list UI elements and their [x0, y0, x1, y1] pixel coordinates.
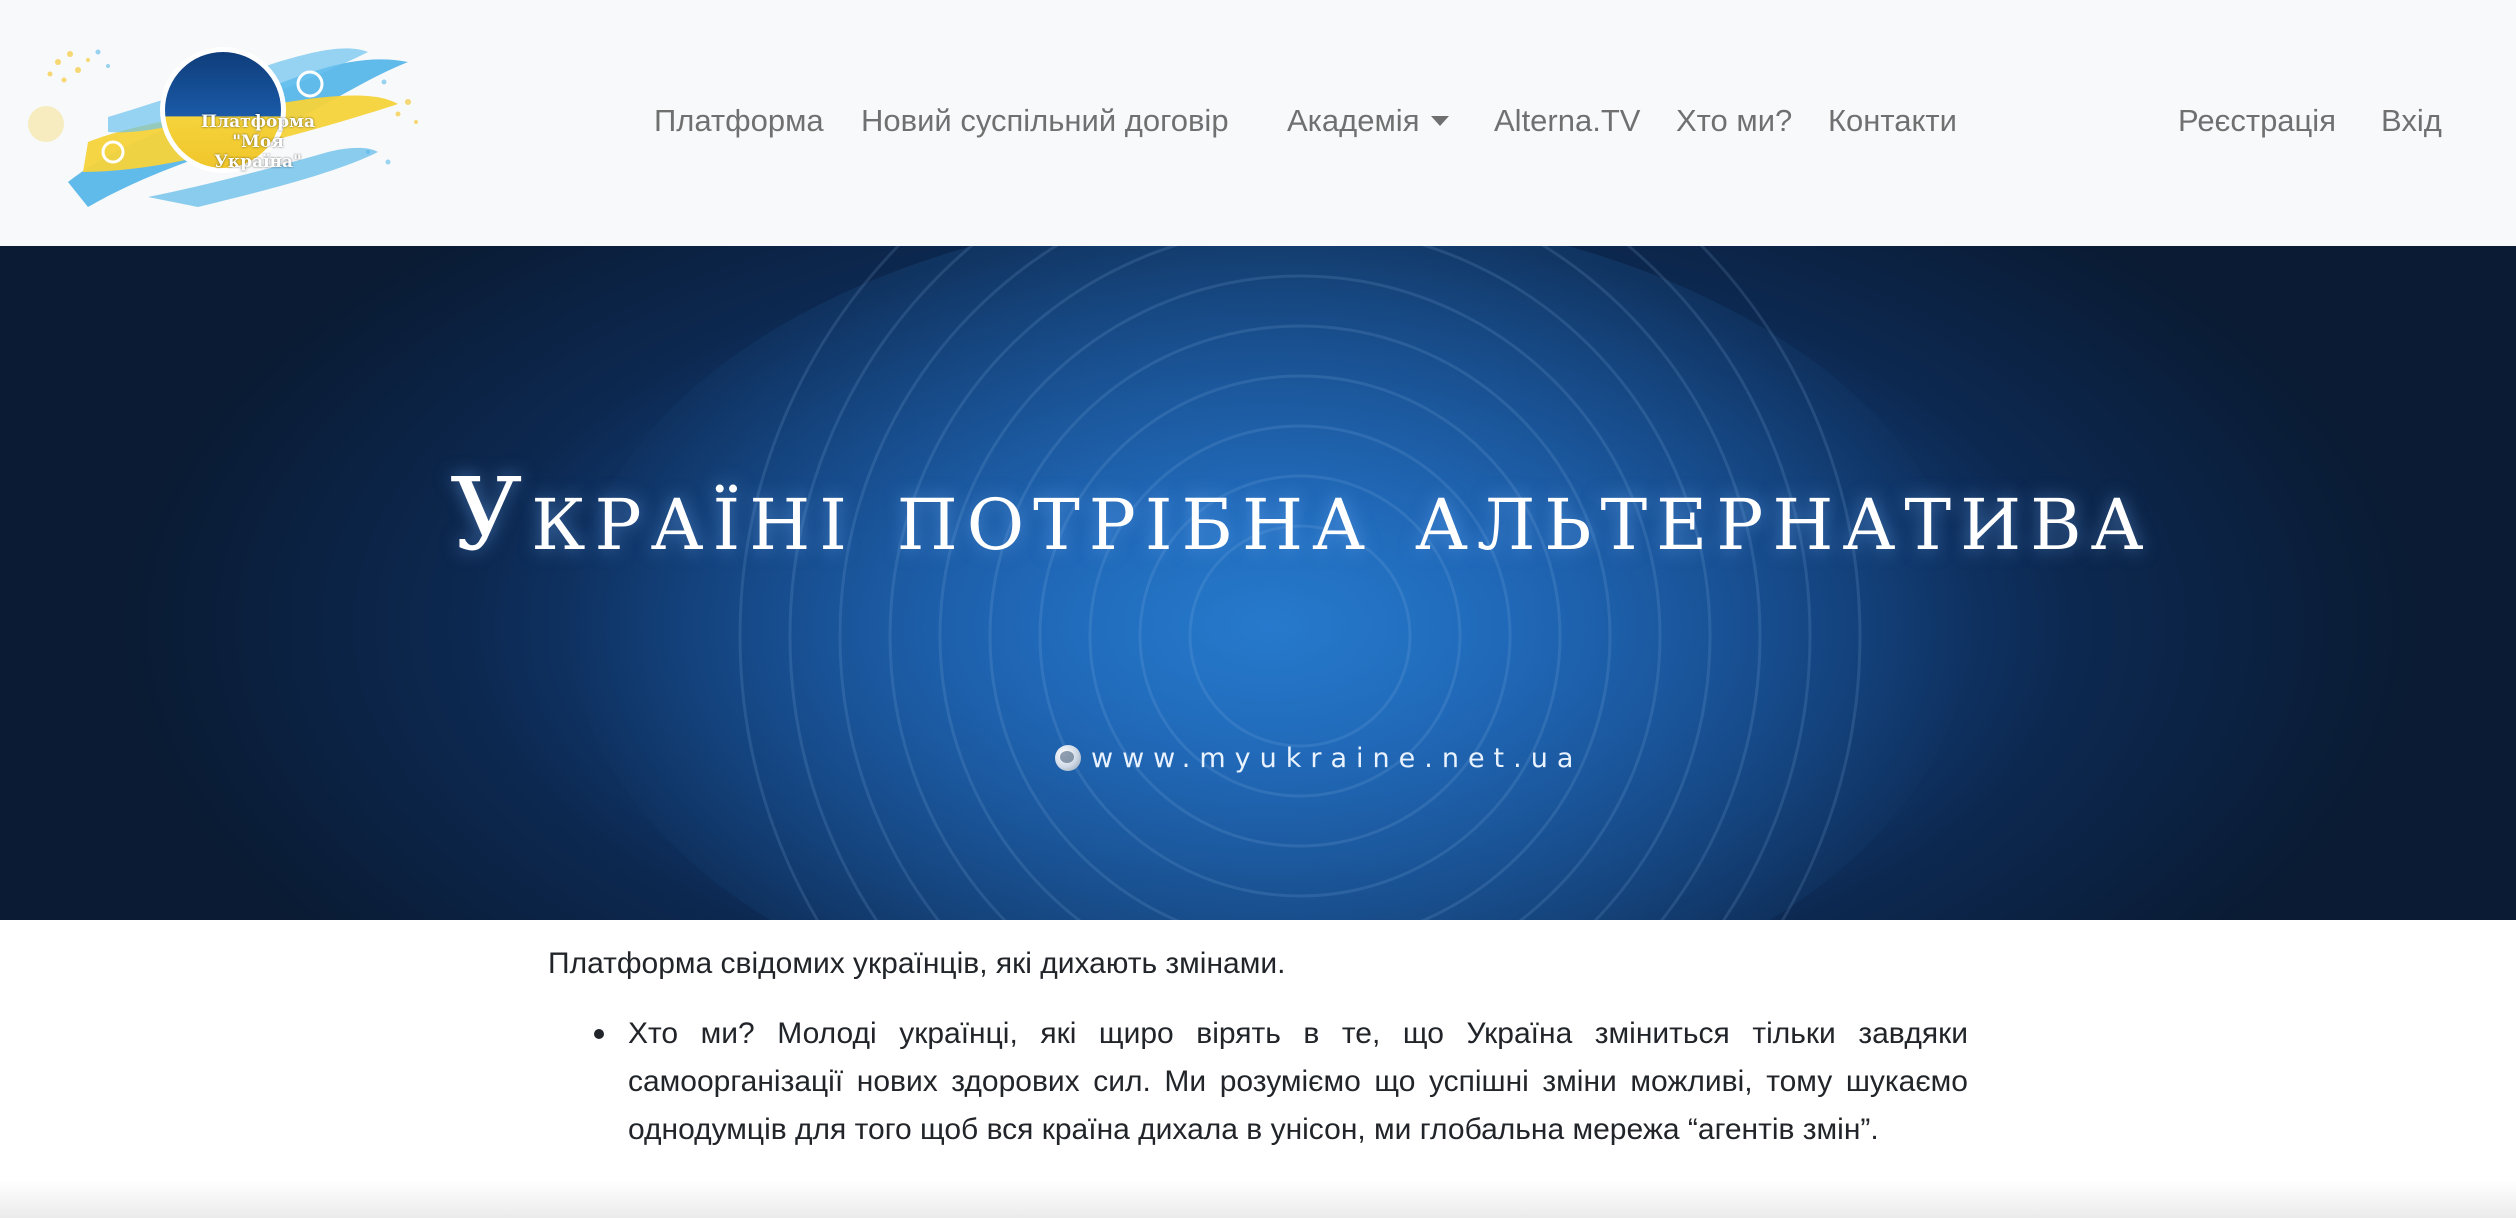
- hero-rings: [570, 246, 1970, 920]
- logo-line-2: "Моя Україна": [214, 132, 302, 172]
- hero-title-wrap: Україні потрібна альтернатива: [450, 456, 2270, 573]
- about-list: Хто ми? Молоді українці, які щиро вірять…: [548, 1010, 1968, 1154]
- logo-text: Платформа "Моя Україна": [198, 82, 318, 202]
- register-link[interactable]: Реєстрація: [2178, 96, 2336, 146]
- hero-banner: Україні потрібна альтернатива www.myukra…: [0, 246, 2516, 920]
- navbar: Платформа "Моя Україна" Платформа Новий …: [0, 0, 2516, 246]
- nav-item-social-contract[interactable]: Новий суспільний договір: [861, 96, 1229, 146]
- hero-url: www.myukraine.net.ua: [1055, 738, 1582, 778]
- hero-url-text: www.myukraine.net.ua: [1091, 742, 1583, 774]
- bullet-icon: [594, 1029, 604, 1039]
- logo-line-1: Платформа: [201, 112, 315, 132]
- globe-icon: [1055, 745, 1081, 771]
- nav-item-alterna-tv[interactable]: Alterna.TV: [1494, 96, 1640, 146]
- hero-title: Україні потрібна альтернатива: [450, 456, 2153, 573]
- nav-item-who-we-are[interactable]: Хто ми?: [1676, 96, 1792, 146]
- login-link[interactable]: Вхід: [2381, 96, 2442, 146]
- bottom-shadow: [0, 1180, 2516, 1218]
- list-item: Хто ми? Молоді українці, які щиро вірять…: [594, 1010, 1968, 1154]
- nav-item-contacts[interactable]: Контакти: [1828, 96, 1957, 146]
- nav-item-academy-label: Академія: [1287, 103, 1420, 138]
- list-item-text: Хто ми? Молоді українці, які щиро вірять…: [628, 1017, 1968, 1146]
- platform-logo[interactable]: Платформа "Моя Україна": [28, 22, 428, 222]
- nav-item-academy[interactable]: Академія: [1287, 96, 1450, 146]
- main-content: Платформа свідомих українців, які дихают…: [548, 940, 1968, 1154]
- intro-text: Платформа свідомих українців, які дихают…: [548, 947, 1286, 980]
- nav-item-platform[interactable]: Платформа: [654, 96, 824, 146]
- chevron-down-icon: [1431, 115, 1450, 126]
